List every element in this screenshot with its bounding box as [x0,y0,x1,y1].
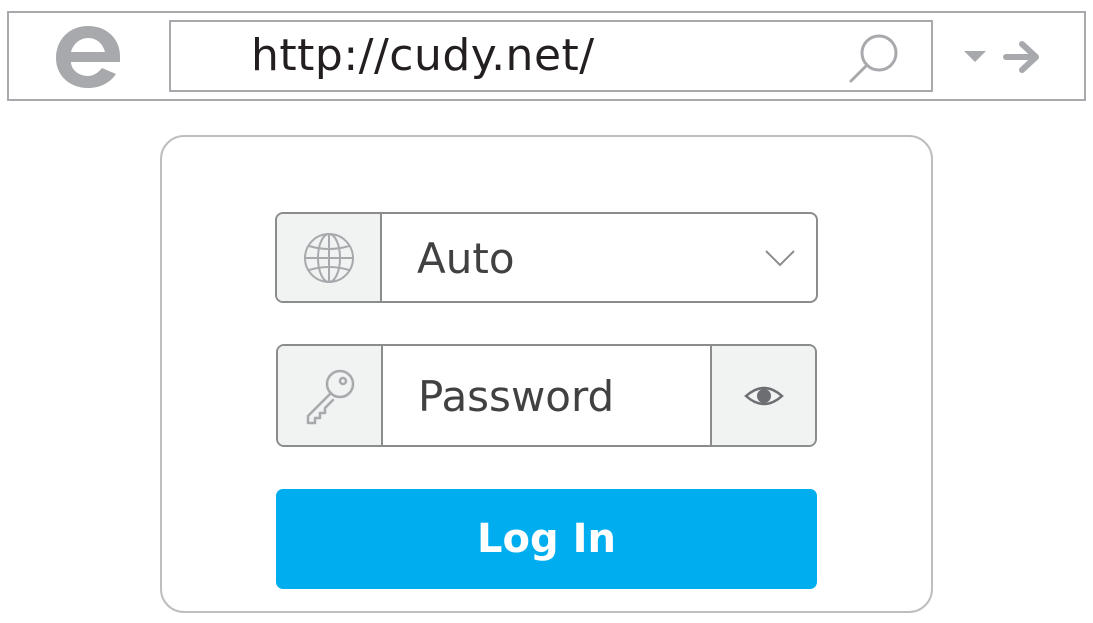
address-bar[interactable]: http://cudy.net/ [169,20,933,92]
search-icon[interactable] [847,31,903,87]
password-input[interactable]: Password [418,372,614,421]
language-value: Auto [417,234,515,283]
key-icon [306,369,354,424]
globe-icon [303,232,354,283]
caret-down-icon[interactable] [962,48,988,64]
show-password-button[interactable] [710,346,815,445]
language-addon [277,214,382,301]
eye-icon [743,386,784,405]
arrow-right-icon[interactable] [1003,40,1041,74]
url-text: http://cudy.net/ [251,30,595,81]
chevron-down-icon[interactable] [764,248,796,268]
browser-e-logo-icon [56,26,120,88]
language-select[interactable]: Auto [275,212,818,303]
password-addon [278,346,383,445]
password-field[interactable]: Password [276,344,817,447]
login-button[interactable]: Log In [276,489,817,589]
